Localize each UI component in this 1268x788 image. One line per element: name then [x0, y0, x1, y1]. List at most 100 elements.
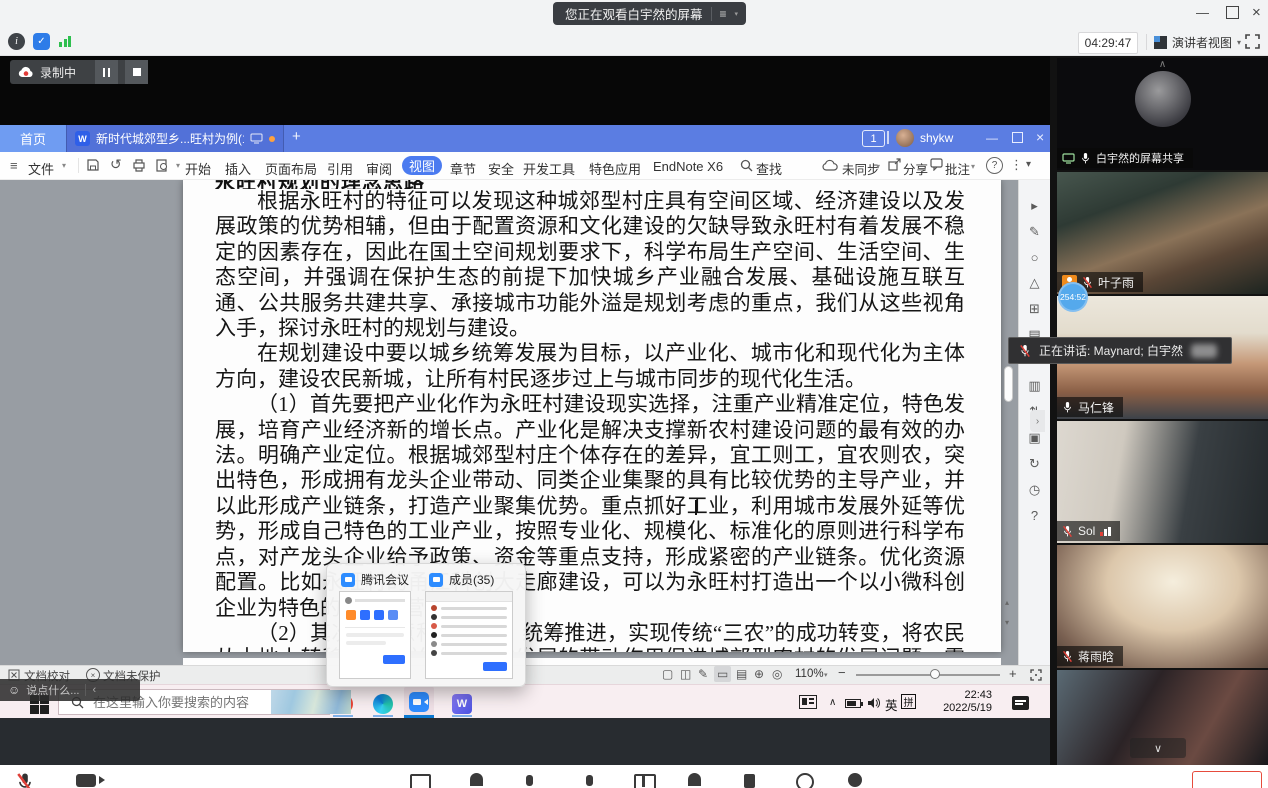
zoom-out-button[interactable]: − — [838, 665, 846, 680]
stop-recording-button[interactable] — [125, 60, 148, 84]
vertical-scrollbar-thumb[interactable] — [1004, 366, 1013, 402]
zoom-slider-track[interactable] — [856, 674, 1000, 676]
select-tool-icon[interactable]: ▸ — [1031, 198, 1038, 214]
outline-view-icon[interactable]: ▤ — [736, 667, 747, 681]
chat-placeholder[interactable]: 说点什么... — [26, 682, 79, 698]
menu-review[interactable]: 审阅 — [366, 159, 392, 178]
save-icon[interactable] — [86, 158, 100, 172]
write-mode-icon[interactable]: ✎ — [698, 667, 708, 681]
pen-tool-icon[interactable]: ✎ — [1029, 224, 1040, 240]
battery-icon[interactable] — [845, 699, 861, 708]
scroll-down-icon[interactable]: ▾ — [1005, 618, 1009, 627]
participant-tile[interactable]: Sol — [1057, 421, 1268, 543]
find-icon[interactable] — [740, 159, 753, 172]
wps-taskbar-icon[interactable]: W — [452, 694, 472, 714]
close-button[interactable]: × — [1252, 5, 1261, 20]
print-preview-icon[interactable] — [155, 158, 169, 172]
menu-start[interactable]: 开始 — [185, 159, 211, 178]
tab-document[interactable]: W 新时代城郊型乡...旺村为例(1) — [66, 125, 284, 152]
collapse-ribbon-icon[interactable]: ▾ — [1026, 159, 1031, 170]
find-label[interactable]: 查找 — [756, 159, 782, 178]
restore-button[interactable] — [1226, 6, 1239, 19]
banner-menu-icon[interactable]: ≡ — [720, 7, 727, 21]
window-count-badge[interactable]: 1 — [862, 130, 885, 147]
sidebar-expand-handle[interactable]: › — [1030, 410, 1045, 432]
table-tool-icon[interactable]: ⊞ — [1029, 301, 1040, 317]
fullscreen-icon[interactable] — [1245, 34, 1260, 49]
members-window-thumbnail[interactable] — [425, 591, 513, 679]
tool-dot-icon[interactable] — [586, 775, 593, 786]
zoom-level[interactable]: 110% — [795, 668, 824, 680]
view-mode-selector[interactable]: 演讲者视图 ▾ — [1154, 32, 1241, 52]
menu-endnote[interactable]: EndNote X6 — [653, 159, 723, 174]
notification-center-icon[interactable] — [1012, 696, 1029, 710]
zoom-slider-knob[interactable] — [930, 669, 940, 679]
emoji-icon[interactable]: ☺ — [8, 683, 20, 697]
comment-label[interactable]: 批注 — [945, 159, 970, 178]
main-menu-icon[interactable]: ≡ — [10, 158, 18, 173]
ime-language-label[interactable]: 英 — [885, 695, 898, 714]
collapse-tiles-icon[interactable]: ∧ — [1159, 59, 1166, 70]
refresh-tool-icon[interactable]: ↻ — [1029, 456, 1040, 472]
zoom-in-button[interactable]: + — [1009, 666, 1017, 681]
new-tab-button[interactable]: + — [292, 128, 301, 145]
meeting-window-thumbnail[interactable] — [339, 591, 411, 679]
share-doc-icon[interactable] — [888, 158, 901, 171]
timer-button-icon[interactable] — [796, 773, 814, 788]
apps-button-icon[interactable] — [634, 774, 656, 788]
menu-security[interactable]: 安全 — [488, 159, 514, 178]
document-page[interactable]: 永旺村规划的理念思路 根据永旺村的特征可以发现这种城郊型村庄具有空间区域、经济建… — [183, 180, 1001, 652]
ime-mode-label[interactable]: 拼 — [901, 694, 916, 709]
camera-button-icon[interactable] — [76, 774, 96, 787]
record-button-icon[interactable] — [744, 774, 755, 788]
help-tool-icon[interactable]: ? — [1031, 508, 1038, 523]
shield-icon[interactable]: ✓ — [33, 33, 50, 50]
participant-button-icon[interactable] — [470, 773, 483, 786]
settings-button-icon[interactable] — [848, 773, 862, 787]
file-menu[interactable]: 文件 — [28, 159, 54, 178]
comment-icon[interactable] — [930, 158, 943, 171]
tray-clock[interactable]: 22:43 2022/5/19 — [926, 689, 992, 715]
web-view-icon[interactable]: ⊕ — [754, 667, 764, 681]
pause-recording-button[interactable] — [95, 60, 118, 84]
participant-tile[interactable]: ∨ — [1057, 670, 1268, 765]
meeting-chat-overlay[interactable]: ☺ 说点什么... ‹ — [0, 679, 140, 701]
menu-section[interactable]: 章节 — [450, 159, 476, 178]
collapse-chat-icon[interactable]: ‹ — [92, 684, 96, 696]
wps-minimize-button[interactable]: — — [986, 131, 998, 145]
account-name[interactable]: shykw — [920, 131, 953, 145]
zoom-caret-icon[interactable]: ▾ — [824, 671, 828, 679]
menu-page-layout[interactable]: 页面布局 — [265, 159, 317, 178]
menu-special-apps[interactable]: 特色应用 — [589, 159, 641, 178]
shape-tool-icon[interactable]: ○ — [1031, 250, 1039, 265]
tool-dot-icon[interactable] — [526, 775, 533, 786]
quickbar-caret-icon[interactable]: ▾ — [176, 161, 180, 170]
help-icon[interactable]: ? — [986, 157, 1003, 174]
more-options-icon[interactable]: ⋮ — [1010, 157, 1023, 173]
news-widget-icon[interactable] — [799, 695, 817, 709]
leave-meeting-button[interactable] — [1192, 771, 1262, 788]
menu-references[interactable]: 引用 — [327, 159, 353, 178]
eye-protect-icon[interactable]: ◎ — [772, 667, 782, 681]
print-icon[interactable] — [132, 158, 146, 172]
share-label[interactable]: 分享 — [903, 159, 928, 178]
participant-tile[interactable]: 蒋雨晗 — [1057, 545, 1268, 668]
mute-button-icon[interactable] — [16, 771, 34, 788]
undo-icon[interactable]: ↺ — [110, 156, 122, 173]
history-tool-icon[interactable]: ◷ — [1029, 482, 1040, 498]
minimize-button[interactable]: — — [1196, 6, 1209, 19]
menu-dev-tools[interactable]: 开发工具 — [523, 159, 575, 178]
wps-restore-button[interactable] — [1012, 132, 1023, 143]
fit-page-icon[interactable] — [1030, 669, 1042, 681]
member-button-icon[interactable] — [688, 773, 701, 786]
participant-tile[interactable]: 叶子雨 — [1057, 172, 1268, 294]
scroll-up-icon[interactable]: ▴ — [1005, 598, 1009, 607]
speaker-icon[interactable] — [866, 696, 880, 710]
wps-close-button[interactable]: × — [1036, 129, 1044, 145]
page-view-icon-active[interactable]: ▭ — [714, 666, 731, 682]
image-tool-icon[interactable]: ▣ — [1028, 430, 1040, 446]
banner-caret-icon[interactable]: ▾ — [735, 10, 739, 18]
info-icon[interactable]: i — [8, 33, 25, 50]
tray-expand-icon[interactable]: ∧ — [829, 697, 836, 708]
menu-view-active[interactable]: 视图 — [402, 156, 442, 175]
